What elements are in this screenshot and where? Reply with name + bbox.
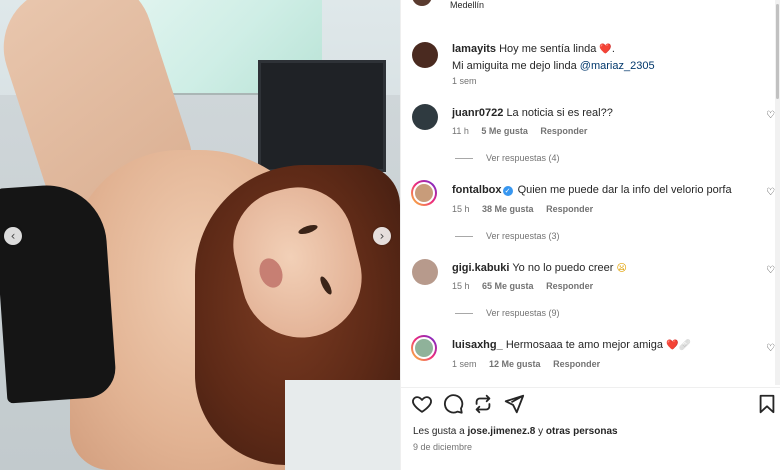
heart-icon[interactable]: ♡ — [766, 110, 775, 121]
heart-icon[interactable]: ♡ — [766, 343, 775, 354]
heart-icon[interactable] — [411, 393, 433, 415]
comment-meta: 15 h 38 Me gusta Responder — [452, 204, 603, 214]
repost-icon[interactable] — [472, 393, 494, 415]
comment-meta: 1 sem 12 Me gusta Responder — [452, 359, 610, 369]
view-replies-button[interactable]: Ver respuestas (4) — [455, 153, 560, 163]
comment-time[interactable]: 15 h — [452, 281, 470, 291]
heart-icon[interactable]: ♡ — [766, 187, 775, 198]
carousel-next-button[interactable]: › — [373, 227, 391, 245]
mending-heart-emoji-icon: ❤️🩹 — [666, 340, 691, 351]
bookmark-icon[interactable] — [756, 393, 778, 415]
likes-others-link[interactable]: otras personas — [546, 426, 618, 437]
caption-username[interactable]: lamayits — [452, 43, 496, 55]
comment-text: Quien me puede dar la info del velorio p… — [517, 184, 732, 196]
frowning-face-emoji-icon: 😦 — [616, 263, 627, 274]
comment-username[interactable]: fontalbox — [452, 184, 502, 196]
likes-prefix: Les gusta a — [413, 426, 465, 437]
caption-text-line2: Mi amiguita me dejo linda — [452, 60, 577, 72]
heart-emoji-icon: ❤️ — [599, 44, 612, 55]
caption-meta: 1 sem — [452, 76, 487, 86]
comment-avatar[interactable] — [411, 335, 437, 361]
replies-divider — [455, 157, 473, 159]
replies-divider — [455, 235, 473, 237]
comment-username[interactable]: luisaxhg_ — [452, 339, 503, 351]
comment: fontalbox ✓ Quien me puede dar la info de… — [452, 182, 752, 198]
comment-icon[interactable] — [442, 393, 464, 415]
actions-divider — [400, 387, 780, 388]
view-replies-label: Ver respuestas (9) — [486, 308, 560, 318]
reply-button[interactable]: Responder — [546, 204, 593, 214]
comment-text: Hermosaaa te amo mejor amiga — [505, 339, 663, 351]
likes-user-link[interactable]: jose.jimenez.8 — [468, 426, 536, 437]
comment-meta: 15 h 65 Me gusta Responder — [452, 281, 603, 291]
comment-likes[interactable]: 5 Me gusta — [481, 126, 528, 136]
comment-meta: 11 h 5 Me gusta Responder — [452, 126, 597, 136]
carousel-prev-button[interactable]: ‹ — [4, 227, 22, 245]
caption-period: . — [611, 43, 615, 55]
comment: juanr0722 La noticia si es real?? — [452, 105, 752, 121]
heart-icon[interactable]: ♡ — [766, 265, 775, 276]
photo-bg-sign — [285, 380, 400, 470]
verified-badge-icon: ✓ — [502, 186, 513, 196]
view-replies-label: Ver respuestas (4) — [486, 153, 560, 163]
reply-button[interactable]: Responder — [540, 126, 587, 136]
comment-avatar[interactable] — [412, 104, 438, 130]
comment-avatar[interactable] — [412, 259, 438, 285]
caption-text-line1: Hoy me sentía linda — [499, 43, 597, 55]
comment-time[interactable]: 11 h — [452, 126, 469, 136]
comment-time[interactable]: 1 sem — [452, 359, 477, 369]
comment-text: Yo no lo puedo creer — [512, 262, 614, 274]
view-replies-button[interactable]: Ver respuestas (3) — [455, 231, 560, 241]
caption-mention-link[interactable]: @mariaz_2305 — [580, 60, 655, 72]
replies-divider — [455, 312, 473, 314]
reply-button[interactable]: Responder — [546, 281, 593, 291]
likes-and: y — [538, 426, 544, 437]
comment-username[interactable]: juanr0722 — [452, 107, 503, 119]
comment-avatar[interactable] — [411, 180, 437, 206]
post-location[interactable]: Medellín — [450, 0, 484, 10]
view-replies-label: Ver respuestas (3) — [486, 231, 560, 241]
comment-time[interactable]: 15 h — [452, 204, 470, 214]
comment-likes[interactable]: 38 Me gusta — [482, 204, 534, 214]
comment-likes[interactable]: 65 Me gusta — [482, 281, 534, 291]
comment-username[interactable]: gigi.kabuki — [452, 262, 509, 274]
post-date[interactable]: 9 de diciembre — [413, 442, 472, 452]
comment-likes[interactable]: 12 Me gusta — [489, 359, 541, 369]
comment-text: La noticia si es real?? — [506, 107, 613, 119]
caption: lamayits Hoy me sentía linda ❤️. Mi amig… — [452, 41, 752, 74]
post-photo[interactable]: ‹ › — [0, 0, 400, 470]
comments-scrollbar-thumb[interactable] — [776, 4, 779, 99]
comment: gigi.kabuki Yo no lo puedo creer 😦 — [452, 260, 752, 277]
view-replies-button[interactable]: Ver respuestas (9) — [455, 308, 560, 318]
photo-bg-tv — [258, 60, 386, 172]
send-icon[interactable] — [503, 393, 525, 415]
reply-button[interactable]: Responder — [553, 359, 600, 369]
comment: luisaxhg_ Hermosaaa te amo mejor amiga ❤… — [452, 337, 752, 354]
caption-avatar[interactable] — [412, 42, 438, 68]
likes-summary: Les gusta a jose.jimenez.8 y otras perso… — [413, 426, 618, 437]
caption-time[interactable]: 1 sem — [452, 76, 477, 86]
